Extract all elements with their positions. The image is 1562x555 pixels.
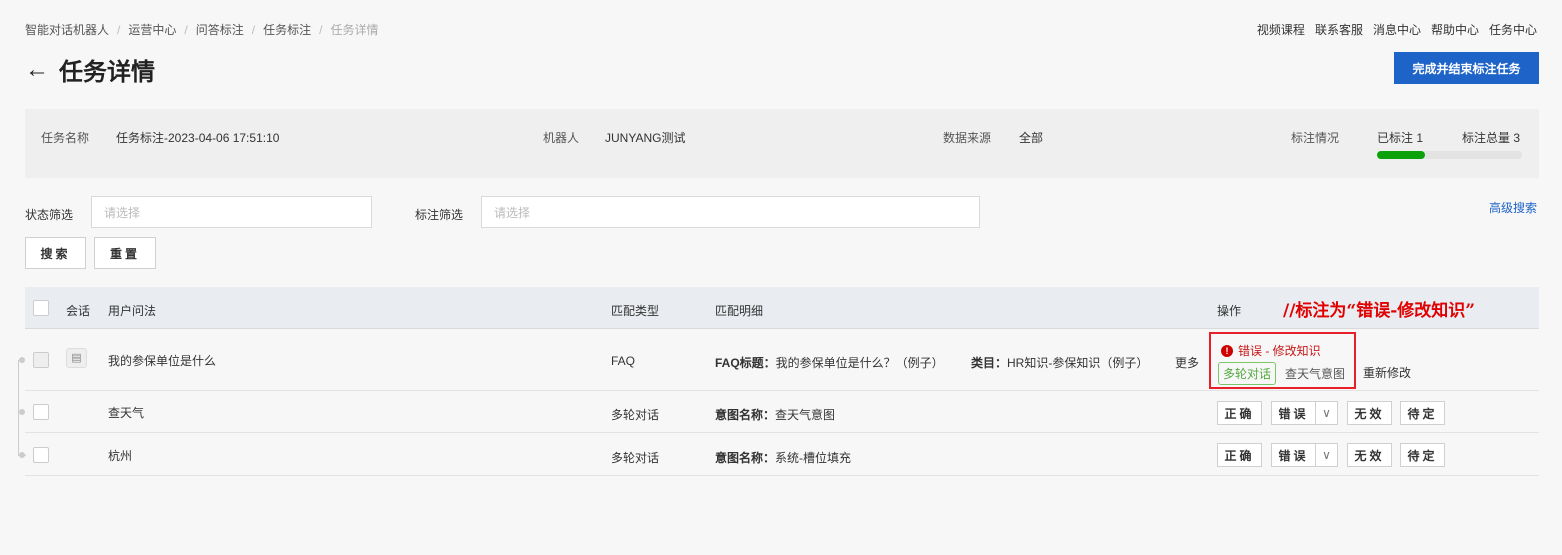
robot-value: JUNYANG测试 — [605, 131, 686, 145]
breadcrumb-item[interactable]: 问答标注 — [196, 23, 244, 37]
col-match-type: 匹配类型 — [611, 304, 660, 318]
mark-filter-select[interactable]: 请选择 — [481, 196, 980, 228]
total-count: 标注总量 3 — [1462, 131, 1521, 145]
table-row: 杭州 多轮对话 意图名称：系统-槽位填充 正确 错误 ∨ 无效 待定 — [25, 433, 1539, 476]
annotation-result: 错误 - 修改知识 — [1238, 344, 1321, 358]
detail-label: 意图名称： — [715, 451, 776, 465]
annotated-count: 已标注 1 — [1377, 131, 1424, 145]
row-checkbox[interactable] — [33, 404, 49, 420]
col-actions: 操作 — [1217, 304, 1242, 318]
detail-label: 类目： — [971, 356, 1008, 370]
wrong-dropdown-chevron-icon[interactable]: ∨ — [1315, 443, 1338, 467]
error-icon: ! — [1221, 344, 1233, 357]
page-header: ← 任务详情 — [25, 52, 155, 87]
pending-button[interactable]: 待定 — [1400, 443, 1445, 467]
chat-icon[interactable]: ▤ — [66, 348, 87, 368]
wrong-button[interactable]: 错误 — [1271, 443, 1315, 467]
annotation-note: //标注为“错误-修改知识” — [1283, 301, 1476, 321]
breadcrumb-current: 任务详情 — [330, 23, 379, 37]
breadcrumb-item[interactable]: 运营中心 — [128, 23, 176, 37]
advanced-search-link[interactable]: 高级搜索 — [1489, 199, 1537, 216]
breadcrumb-item[interactable]: 智能对话机器人 — [25, 23, 109, 37]
match-type: 多轮对话 — [611, 451, 660, 465]
correct-button[interactable]: 正确 — [1217, 401, 1262, 425]
finish-task-button[interactable]: 完成并结束标注任务 — [1394, 52, 1539, 84]
robot-label: 机器人 — [543, 131, 580, 145]
breadcrumb: 智能对话机器人 / 运营中心 / 问答标注 / 任务标注 / 任务详情 — [25, 23, 379, 37]
intent-name: 查天气意图 — [1285, 367, 1346, 381]
detail-label: 意图名称： — [715, 408, 776, 422]
reset-button[interactable]: 重置 — [94, 237, 156, 269]
invalid-button[interactable]: 无效 — [1347, 443, 1392, 467]
match-type: 多轮对话 — [611, 408, 660, 422]
detail-value: 查天气意图 — [775, 408, 836, 422]
col-match-detail: 匹配明细 — [715, 304, 764, 318]
query: 杭州 — [108, 449, 133, 463]
invalid-button[interactable]: 无效 — [1347, 401, 1392, 425]
link-messages[interactable]: 消息中心 — [1373, 23, 1421, 37]
back-arrow-icon[interactable]: ← — [25, 56, 49, 84]
tag-multi-turn: 多轮对话 — [1218, 362, 1277, 385]
detail-value: 系统-槽位填充 — [775, 451, 852, 465]
source-value: 全部 — [1019, 131, 1044, 145]
table-header: 会话 用户问法 匹配类型 匹配明细 操作 //标注为“错误-修改知识” — [25, 287, 1539, 329]
redo-link[interactable]: 重新修改 — [1363, 364, 1411, 381]
progress-bar — [1377, 151, 1522, 159]
detail-label: FAQ标题： — [715, 356, 776, 370]
more-link[interactable]: 更多 — [1175, 354, 1199, 371]
link-help[interactable]: 帮助中心 — [1431, 23, 1479, 37]
pending-button[interactable]: 待定 — [1400, 401, 1445, 425]
row-checkbox[interactable] — [33, 352, 49, 368]
table-row: 查天气 多轮对话 意图名称：查天气意图 正确 错误 ∨ 无效 待定 — [25, 391, 1539, 433]
task-info-panel: 任务名称 任务标注-2023-04-06 17:51:10 机器人 JUNYAN… — [25, 109, 1539, 178]
search-button[interactable]: 搜索 — [25, 237, 86, 269]
wrong-button[interactable]: 错误 — [1271, 401, 1315, 425]
tree-line — [18, 360, 19, 456]
table-row: ▤ 我的参保单位是什么 FAQ FAQ标题：我的参保单位是什么？（例子） 类目：… — [25, 329, 1539, 391]
mark-filter-label: 标注筛选 — [415, 208, 464, 222]
link-support[interactable]: 联系客服 — [1315, 23, 1363, 37]
link-video[interactable]: 视频课程 — [1257, 23, 1305, 37]
query: 我的参保单位是什么 — [108, 354, 217, 368]
annotation-highlight-box: ! 错误 - 修改知识 多轮对话 查天气意图 — [1209, 332, 1356, 389]
detail-value: HR知识-参保知识（例子） — [1007, 356, 1149, 370]
match-type: FAQ — [611, 354, 636, 368]
task-name: 任务标注-2023-04-06 17:51:10 — [116, 131, 280, 145]
progress-fill — [1377, 151, 1426, 159]
query: 查天气 — [108, 406, 145, 420]
detail-value: 我的参保单位是什么？（例子） — [775, 356, 944, 370]
row-checkbox[interactable] — [33, 447, 49, 463]
source-label: 数据来源 — [943, 131, 992, 145]
page-title: 任务详情 — [59, 59, 155, 86]
status-filter-select[interactable]: 请选择 — [91, 196, 372, 228]
status-filter-label: 状态筛选 — [25, 208, 74, 222]
breadcrumb-item[interactable]: 任务标注 — [263, 23, 311, 37]
correct-button[interactable]: 正确 — [1217, 443, 1262, 467]
status-label: 标注情况 — [1291, 131, 1340, 145]
link-tasks[interactable]: 任务中心 — [1489, 23, 1537, 37]
col-session: 会话 — [66, 304, 91, 318]
wrong-dropdown-chevron-icon[interactable]: ∨ — [1315, 401, 1338, 425]
col-query: 用户问法 — [108, 304, 157, 318]
select-all-checkbox[interactable] — [33, 300, 49, 316]
top-links: 视频课程 联系客服 消息中心 帮助中心 任务中心 — [1247, 21, 1537, 38]
task-name-label: 任务名称 — [41, 131, 90, 145]
